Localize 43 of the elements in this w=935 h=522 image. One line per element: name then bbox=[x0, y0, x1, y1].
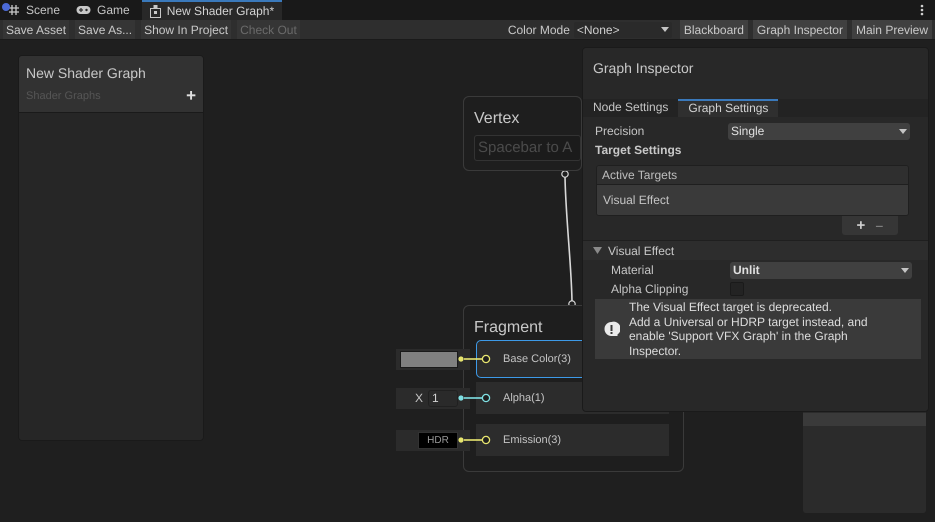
editor-tab[interactable]: Scene bbox=[0, 0, 68, 20]
remove-target-button[interactable]: − bbox=[875, 218, 884, 232]
node-icon bbox=[150, 4, 161, 18]
color-mode-dropdown[interactable]: <None> bbox=[574, 22, 672, 38]
editor-tab[interactable]: New Shader Graph* bbox=[142, 0, 282, 20]
list-header: Active Targets bbox=[597, 166, 908, 185]
warning-icon bbox=[603, 320, 620, 338]
material-label: Material bbox=[611, 262, 655, 279]
toolbar-button[interactable]: Save Asset bbox=[3, 20, 70, 39]
inspector-tab[interactable]: Graph Settings bbox=[678, 99, 778, 117]
hdr-swatch[interactable]: HDR bbox=[418, 432, 458, 448]
dropdown-arrow-icon bbox=[901, 268, 909, 272]
warning-text: The Visual Effect target is deprecated. bbox=[629, 300, 834, 314]
more-options-icon[interactable] bbox=[920, 4, 924, 16]
toolbar-button[interactable]: Show In Project bbox=[141, 20, 232, 39]
color-swatch[interactable] bbox=[400, 350, 458, 368]
section-heading: Target Settings bbox=[595, 142, 682, 159]
toolbar-button[interactable]: Graph Inspector bbox=[752, 20, 847, 39]
port-row[interactable]: Emission(3) bbox=[476, 424, 669, 456]
color-mode-label: Color Mode bbox=[508, 22, 570, 38]
gamepad-icon bbox=[76, 5, 92, 15]
value-field[interactable]: 1 bbox=[428, 390, 458, 406]
foldout-arrow-icon[interactable] bbox=[593, 246, 602, 254]
toolbar-button[interactable]: Blackboard bbox=[680, 20, 748, 39]
section-title: Visual Effect bbox=[608, 242, 674, 260]
blackboard-title: New Shader Graph bbox=[26, 64, 147, 83]
inspector-title: Graph Inspector bbox=[592, 59, 694, 78]
editor-tab[interactable]: Game bbox=[68, 0, 138, 20]
toolbar-button[interactable]: Save As... bbox=[75, 20, 136, 39]
toolbar-button[interactable]: Main Preview bbox=[852, 20, 932, 39]
node-title: Vertex bbox=[474, 109, 520, 129]
material-dropdown[interactable]: Unlit bbox=[730, 262, 912, 278]
add-target-button[interactable]: + bbox=[856, 218, 866, 232]
target-list-item[interactable]: Visual Effect bbox=[597, 185, 908, 215]
axis-label: X bbox=[414, 390, 423, 407]
node-title: Fragment bbox=[474, 318, 542, 338]
alpha-clipping-label: Alpha Clipping bbox=[611, 281, 690, 298]
hash-icon bbox=[8, 4, 20, 16]
dropdown-arrow-icon bbox=[660, 27, 669, 32]
dropdown-arrow-icon bbox=[899, 128, 907, 134]
precision-label: Precision bbox=[595, 123, 646, 140]
precision-dropdown[interactable]: Single bbox=[728, 122, 910, 140]
add-button[interactable]: + bbox=[186, 88, 196, 104]
